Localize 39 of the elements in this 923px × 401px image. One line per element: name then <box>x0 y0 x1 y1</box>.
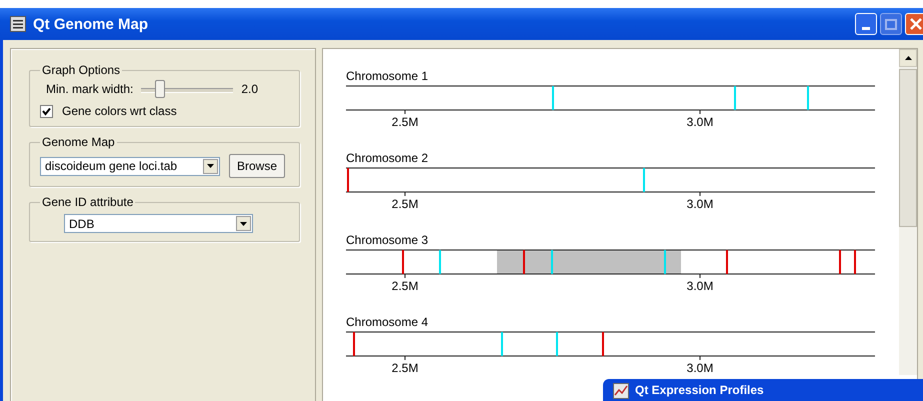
window-title: Qt Expression Profiles <box>635 383 764 397</box>
scroll-up-button[interactable] <box>899 49 917 67</box>
tick-label: 3.0M <box>686 361 714 375</box>
chromosome-label: Chromosome 1 <box>346 69 430 83</box>
chromosome-label: Chromosome 3 <box>346 233 430 247</box>
group-title: Genome Map <box>41 135 116 149</box>
chart-icon <box>613 383 629 399</box>
app-icon <box>10 16 26 32</box>
tick-label: 3.0M <box>686 279 714 293</box>
window-title: Qt Genome Map <box>33 16 148 32</box>
close-button[interactable] <box>905 13 923 35</box>
browse-button[interactable]: Browse <box>229 154 286 178</box>
attribute-dropdown[interactable]: DDB <box>64 214 253 233</box>
group-title: Gene ID attribute <box>41 195 134 209</box>
checkbox[interactable] <box>40 104 53 118</box>
slider-value: 2.0 <box>241 82 258 96</box>
maximize-icon <box>885 18 897 30</box>
scrollbar[interactable] <box>899 49 917 375</box>
up-arrow-icon <box>904 56 912 60</box>
slider-label: Min. mark width: <box>46 82 134 96</box>
file-dropdown[interactable]: discoideum gene loci.tab <box>40 156 220 176</box>
close-icon <box>910 18 922 30</box>
checkbox-label: Gene colors wrt class <box>62 104 177 118</box>
tick-label: 3.0M <box>686 197 714 211</box>
chromosome-label: Chromosome 2 <box>346 151 430 165</box>
tick-label: 2.5M <box>392 197 418 211</box>
slider-thumb[interactable] <box>154 80 165 98</box>
width-slider[interactable] <box>141 79 234 99</box>
minimize-button[interactable] <box>855 13 877 35</box>
group-title: Graph Options <box>41 63 122 77</box>
tick-label: 2.5M <box>392 115 418 129</box>
overlapping-window[interactable]: Qt Expression Profiles <box>603 379 923 401</box>
tick-label: 2.5M <box>392 279 418 293</box>
minimize-icon <box>862 27 870 30</box>
chromosome-label: Chromosome 4 <box>346 315 430 329</box>
tick-label: 2.5M <box>392 361 418 375</box>
maximize-button[interactable] <box>880 13 902 35</box>
tick-label: 3.0M <box>686 115 714 129</box>
scroll-thumb[interactable] <box>899 69 917 227</box>
